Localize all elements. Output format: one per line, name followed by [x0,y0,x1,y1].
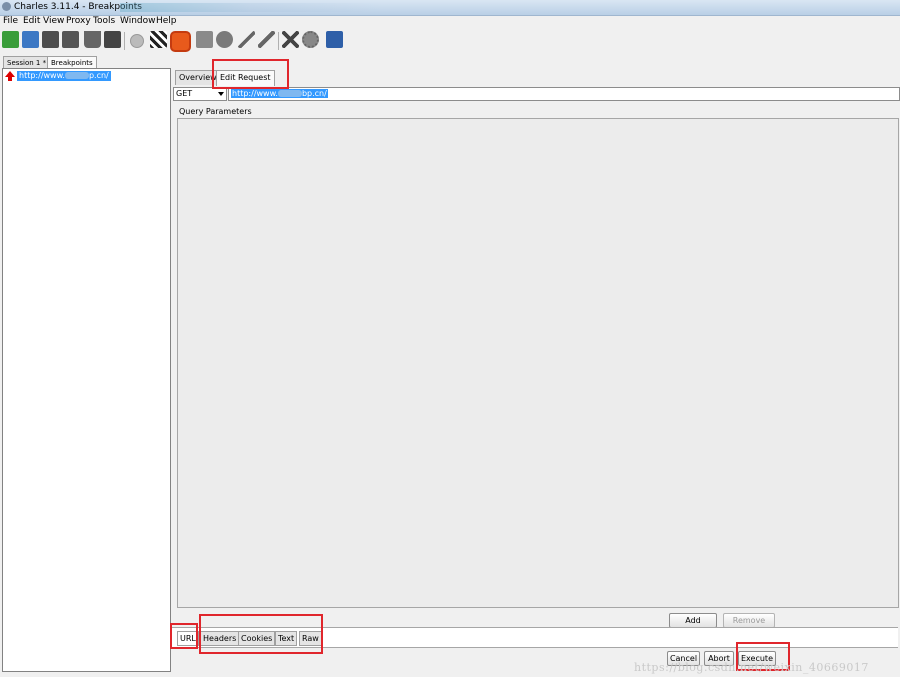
edit-icon[interactable] [238,31,255,48]
tree-item-url-prefix: http://www. [19,71,65,80]
validate-icon[interactable] [258,31,275,48]
chevron-down-icon [218,92,224,96]
close-icon[interactable] [42,31,59,48]
url-suffix: bp.cn/ [301,89,327,98]
redacted-region [64,72,89,79]
breakpoints-tree: http://www. p.cn/ [2,68,171,672]
new-session-icon[interactable] [2,31,19,48]
find-icon[interactable] [104,31,121,48]
menu-view[interactable]: View [43,16,64,26]
menu-window[interactable]: Window [120,16,156,26]
redacted-region [277,90,302,97]
compose-icon[interactable] [196,31,213,48]
url-value: http://www. bp.cn/ [231,89,328,98]
tools-icon[interactable] [282,31,299,48]
app-icon [2,2,11,11]
menu-file[interactable]: File [3,16,18,26]
repeat-icon[interactable] [216,31,233,48]
breakpoints-icon[interactable] [170,31,191,52]
method-value: GET [176,89,193,98]
menu-help[interactable]: Help [156,16,177,26]
save-icon[interactable] [62,31,79,48]
tree-item-url-suffix: p.cn/ [88,71,109,80]
highlight-view-tabs [199,614,323,654]
title-bar-blur [120,3,380,12]
query-parameters-label: Query Parameters [179,107,252,116]
toolbar-separator [124,32,125,50]
settings-icon[interactable] [302,31,319,48]
query-parameters-table[interactable] [177,118,899,608]
remove-button[interactable]: Remove [723,613,775,628]
request-editor: Overview Edit Request GET http://www. bp.… [171,68,900,672]
url-input[interactable]: http://www. bp.cn/ [228,87,900,101]
open-icon[interactable] [22,31,39,48]
menu-bar: File Edit View Proxy Tools Window Help [0,16,900,28]
clear-icon[interactable] [84,31,101,48]
toolbar [0,29,900,55]
breakpoint-arrow-icon-stem [8,77,12,81]
toolbar-separator [278,32,279,50]
url-prefix: http://www. [232,89,278,98]
menu-proxy[interactable]: Proxy [66,16,91,26]
tree-item-label: http://www. p.cn/ [17,71,111,81]
menu-tools[interactable]: Tools [93,16,115,26]
title-bar: Charles 3.11.4 - Breakpoints [0,0,900,16]
watermark-text: https://blog.csdn.net/weixin_40669017 [634,661,869,674]
add-button[interactable]: Add [669,613,717,628]
help-icon[interactable] [326,31,343,48]
throttle-icon[interactable] [150,31,167,48]
record-icon[interactable] [130,34,144,48]
highlight-url-tab [170,623,198,649]
menu-edit[interactable]: Edit [23,16,40,26]
method-select[interactable]: GET [173,87,227,101]
highlight-edit-request [212,59,289,89]
